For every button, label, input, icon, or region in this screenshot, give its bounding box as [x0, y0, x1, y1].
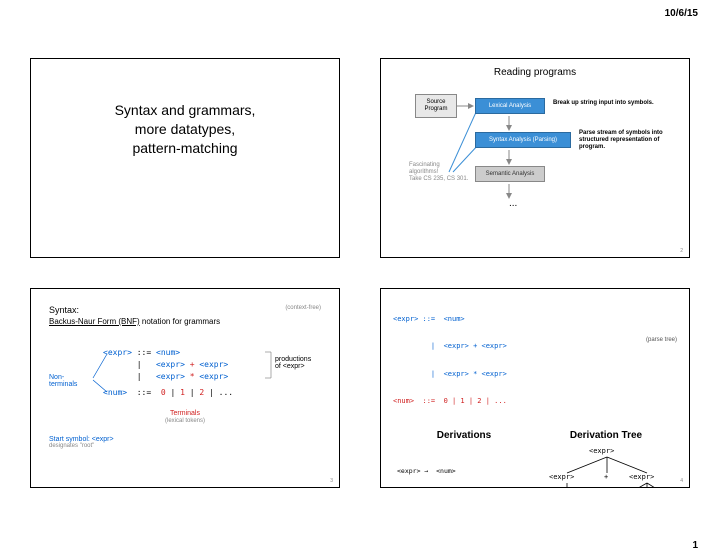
- title-line-1: Syntax and grammars,: [31, 101, 339, 120]
- derivation-1: <expr> → <num> → 5: [393, 447, 535, 488]
- s4-gram-l2: | <expr> + <expr>: [393, 342, 677, 351]
- slide3-number: 3: [330, 478, 333, 484]
- label-terminals-text: Terminals: [170, 410, 200, 417]
- date-label: 10/6/15: [665, 8, 698, 19]
- s4-gram-l1: <expr> ::= <num>: [393, 315, 677, 324]
- box-semantic-analysis: Semantic Analysis: [475, 166, 545, 182]
- slide4-columns: Derivations <expr> → <num> → 5 <expr> → …: [393, 428, 677, 488]
- col-derivations: Derivations <expr> → <num> → 5 <expr> → …: [393, 428, 535, 488]
- slide2-number: 2: [680, 248, 683, 254]
- tree-n2: <expr>: [629, 473, 654, 481]
- text-syn-desc: Parse stream of symbols into structured …: [579, 130, 669, 152]
- s4-gram-l4: <num> ::= 0 | 1 | 2 | ...: [393, 397, 677, 406]
- text-fascinating-l2: Take CS 235, CS 301.: [409, 176, 468, 182]
- ellipsis: ...: [509, 198, 517, 210]
- slide-grid: Syntax and grammars, more datatypes, pat…: [30, 58, 690, 488]
- tree-n0: <expr>: [589, 447, 614, 455]
- bnf-rest: notation for grammars: [140, 317, 220, 326]
- context-free-label: (context-free): [285, 305, 321, 311]
- box-lexical-analysis: Lexical Analysis: [475, 98, 545, 114]
- heading-derivations: Derivations: [393, 430, 535, 441]
- text-lex-desc: Break up string input into symbols.: [553, 100, 663, 107]
- title-line-3: pattern-matching: [31, 139, 339, 158]
- label-terminals-sub: (lexical tokens): [165, 418, 205, 424]
- slide-derivations: <expr> ::= <num> | <expr> + <expr> | <ex…: [380, 288, 690, 488]
- box-syntax-analysis: Syntax Analysis (Parsing): [475, 132, 571, 148]
- slide2-body: Source Program Lexical Analysis Syntax A…: [389, 88, 681, 243]
- label-start-text: Start symbol: <expr>: [49, 436, 114, 443]
- derivation-tree: <expr> <expr> + <expr> 1 <expr> * <expr>…: [535, 447, 677, 488]
- text-fascinating-l1: Fascinating algorithms!: [409, 162, 440, 175]
- heading-derivation-tree: Derivation Tree: [535, 430, 677, 441]
- slide4-grammar: <expr> ::= <num> | <expr> + <expr> | <ex…: [393, 297, 677, 424]
- d1-l1: <expr> → <num>: [397, 467, 535, 477]
- parse-tree-label: (parse tree): [646, 337, 677, 343]
- slide-bnf: Syntax: (context-free) Backus-Naur Form …: [30, 288, 340, 488]
- box-source-program: Source Program: [415, 94, 457, 118]
- label-terminals: Terminals (lexical tokens): [49, 410, 321, 424]
- slide-title: Syntax and grammars, more datatypes, pat…: [30, 58, 340, 258]
- slide3-heading: Syntax: (context-free): [49, 305, 321, 315]
- grammar-callouts: [49, 348, 329, 404]
- slide2-title: Reading programs: [389, 67, 681, 78]
- slide3-subheading: Backus-Naur Form (BNF) notation for gram…: [49, 317, 321, 326]
- slide3-h1-text: Syntax:: [49, 305, 79, 315]
- bnf-label: Backus-Naur Form (BNF): [49, 317, 140, 326]
- title-line-2: more datatypes,: [31, 120, 339, 139]
- col-derivation-tree: Derivation Tree: [535, 428, 677, 488]
- grammar-block: Non-terminals productions of <expr> <exp…: [49, 348, 321, 404]
- slide4-number: 4: [680, 478, 683, 484]
- tree-n1: <expr>: [549, 473, 574, 481]
- s4-gram-l3: | <expr> * <expr>: [393, 370, 677, 379]
- page-number: 1: [692, 540, 698, 551]
- title-text: Syntax and grammars, more datatypes, pat…: [31, 101, 339, 158]
- slide-reading-programs: Reading programs Source Program Lexical …: [380, 58, 690, 258]
- text-fascinating: Fascinating algorithms! Take CS 235, CS …: [409, 162, 469, 184]
- label-start-symbol: Start symbol: <expr> designates "root": [49, 436, 321, 449]
- tree-plus: +: [604, 473, 608, 481]
- label-start-sub: designates "root": [49, 443, 321, 449]
